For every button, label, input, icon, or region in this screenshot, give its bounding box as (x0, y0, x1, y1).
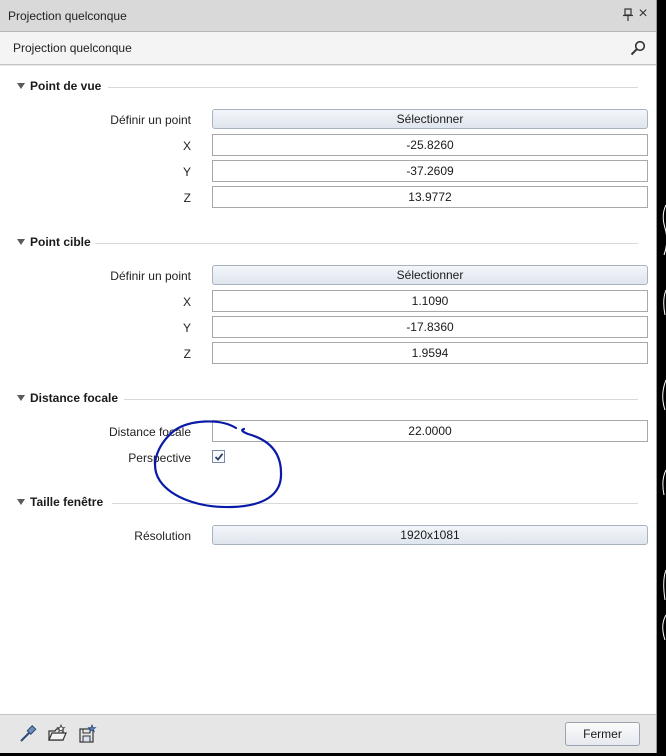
footer-bar: Fermer (0, 714, 656, 753)
target-point-x-field[interactable]: 1.1090 (212, 290, 648, 312)
panel-title: Projection quelconque (13, 41, 132, 55)
background-edge (657, 0, 666, 753)
collapse-triangle-icon[interactable] (17, 499, 25, 505)
save-star-icon[interactable] (78, 723, 98, 744)
checkmark-icon (214, 453, 224, 461)
define-point-label: Définir un point (110, 113, 191, 127)
view-point-x-field[interactable]: -25.8260 (212, 134, 648, 156)
resolution-label: Résolution (134, 529, 191, 543)
section-divider (112, 503, 638, 504)
collapse-triangle-icon[interactable] (17, 395, 25, 401)
x-label: X (182, 139, 191, 153)
focal-distance-field[interactable]: 22.0000 (212, 420, 648, 442)
title-bar: Projection quelconque × (0, 0, 656, 32)
define-point-label: Définir un point (110, 269, 191, 283)
target-point-z-field[interactable]: 1.9594 (212, 342, 648, 364)
section-divider (108, 87, 638, 88)
target-point-y-field[interactable]: -17.8360 (212, 316, 648, 338)
section-divider (124, 399, 638, 400)
x-label: X (182, 295, 191, 309)
section-title: Point cible (30, 235, 91, 249)
section-focal-distance[interactable]: Distance focale (0, 390, 656, 408)
section-title: Distance focale (30, 391, 119, 405)
search-icon[interactable] (630, 40, 646, 56)
view-point-y-field[interactable]: -37.2609 (212, 160, 648, 182)
panel-header: Projection quelconque (0, 32, 656, 65)
section-title: Taille fenêtre (30, 495, 104, 509)
section-window-size[interactable]: Taille fenêtre (0, 494, 656, 512)
properties-content: Point de vue Définir un point Sélectionn… (0, 66, 656, 714)
close-icon[interactable]: × (636, 6, 650, 22)
folder-star-icon[interactable] (48, 723, 68, 744)
y-label: Y (182, 165, 191, 179)
z-label: Z (183, 347, 191, 361)
collapse-triangle-icon[interactable] (17, 83, 25, 89)
focal-distance-label: Distance focale (108, 425, 191, 439)
perspective-checkbox[interactable] (212, 450, 225, 463)
perspective-label: Perspective (128, 451, 191, 465)
section-title: Point de vue (30, 79, 102, 93)
close-button[interactable]: Fermer (565, 722, 640, 746)
section-divider (95, 243, 638, 244)
view-point-select-button[interactable]: Sélectionner (212, 109, 648, 129)
projection-panel: Projection quelconque × Projection quelc… (0, 0, 657, 753)
z-label: Z (183, 191, 191, 205)
view-point-z-field[interactable]: 13.9772 (212, 186, 648, 208)
collapse-triangle-icon[interactable] (17, 239, 25, 245)
y-label: Y (182, 321, 191, 335)
eyedropper-icon[interactable] (18, 724, 38, 744)
window-title: Projection quelconque (8, 9, 127, 23)
resolution-button[interactable]: 1920x1081 (212, 525, 648, 545)
pin-icon[interactable] (622, 8, 634, 22)
section-target-point[interactable]: Point cible (0, 234, 656, 252)
target-point-select-button[interactable]: Sélectionner (212, 265, 648, 285)
section-view-point[interactable]: Point de vue (0, 78, 656, 96)
